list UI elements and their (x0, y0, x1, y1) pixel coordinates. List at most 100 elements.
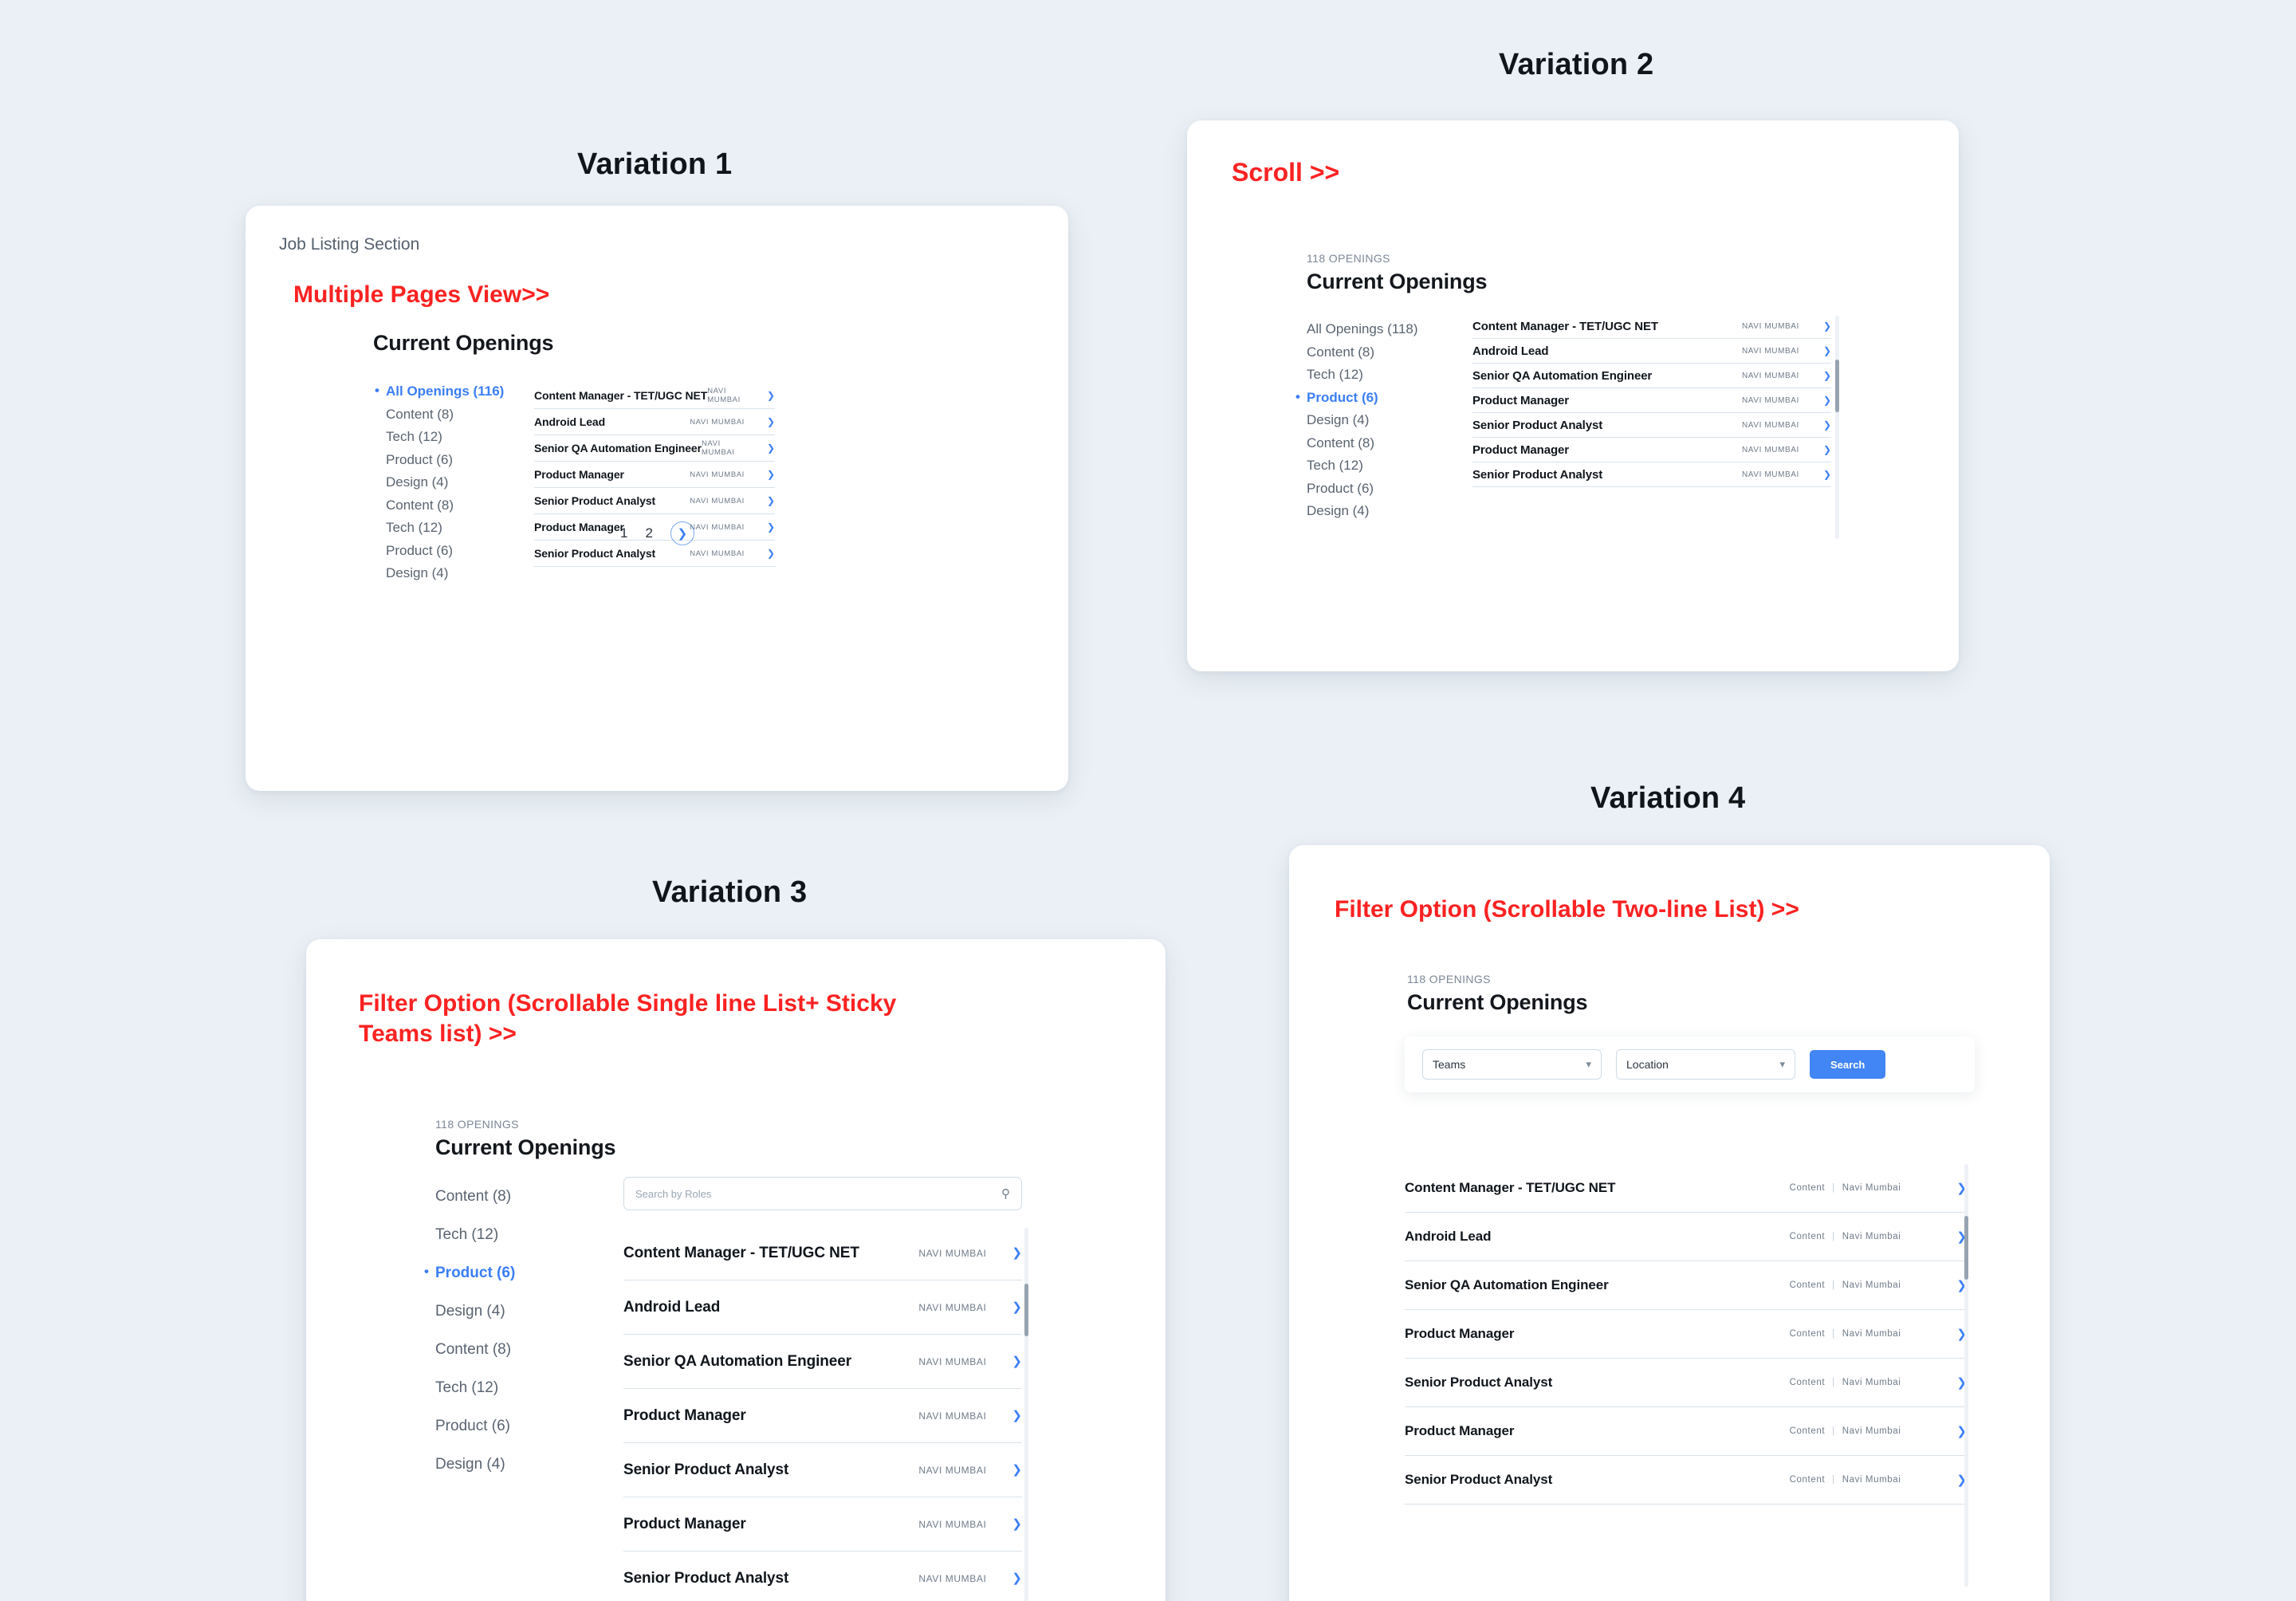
chevron-right-icon[interactable]: ❯ (1823, 395, 1831, 405)
chevron-right-icon[interactable]: ❯ (1823, 445, 1831, 454)
job-row[interactable]: Product ManagerNAVI MUMBAI❯ (1472, 388, 1831, 413)
job-row[interactable]: Product ManagerContent|Navi Mumbai❯ (1405, 1407, 1967, 1456)
job-location: NAVI MUMBAI (1742, 372, 1799, 380)
v3-search-box[interactable]: Search by Roles ⚲ (623, 1177, 1022, 1210)
filter-item[interactable]: Tech (12) (1307, 458, 1482, 474)
filter-item[interactable]: Product (6) (435, 1418, 611, 1435)
chevron-right-icon[interactable]: ❯ (767, 549, 775, 558)
filter-item[interactable]: Design (4) (386, 565, 561, 581)
chevron-right-icon[interactable]: ❯ (1823, 420, 1831, 430)
job-row[interactable]: Android LeadContent|Navi Mumbai❯ (1405, 1213, 1967, 1261)
job-location: Navi Mumbai (1842, 1329, 1901, 1339)
v4-scrollbar-thumb[interactable] (1964, 1216, 1968, 1280)
page-number-2[interactable]: 2 (645, 525, 652, 541)
filter-item[interactable]: Design (4) (435, 1456, 611, 1473)
chevron-right-icon[interactable]: ❯ (767, 443, 775, 453)
v2-scrollbar-track[interactable] (1835, 316, 1839, 539)
chevron-right-icon[interactable]: ❯ (767, 522, 775, 532)
v2-filter-list[interactable]: All Openings (118) Content (8) Tech (12) Pr… (1307, 321, 1482, 526)
job-row[interactable]: Senior QA Automation EngineerNAVI MUMBAI… (623, 1335, 1022, 1389)
chevron-right-icon[interactable]: ❯ (1012, 1301, 1022, 1313)
chevron-right-icon[interactable]: ❯ (1823, 346, 1831, 356)
filter-item[interactable]: Product (6) (435, 1265, 611, 1282)
job-row[interactable]: Content Manager - TET/UGC NETNAVI MUMBAI… (623, 1226, 1022, 1280)
variation-1-title: Variation 1 (577, 148, 732, 182)
job-row[interactable]: Android LeadNAVI MUMBAI❯ (623, 1280, 1022, 1335)
variation-4-annotation: Filter Option (Scrollable Two-line List)… (1335, 895, 1799, 925)
chevron-right-icon[interactable]: ❯ (1012, 1464, 1022, 1476)
v4-job-list[interactable]: Content Manager - TET/UGC NETContent|Nav… (1405, 1164, 1967, 1505)
chevron-right-icon[interactable]: ❯ (1012, 1355, 1022, 1367)
chevron-right-icon[interactable]: ❯ (1012, 1247, 1022, 1259)
job-location: NAVI MUMBAI (918, 1519, 986, 1530)
job-row[interactable]: Senior Product AnalystNAVI MUMBAI❯ (1472, 462, 1831, 487)
search-icon[interactable]: ⚲ (1001, 1186, 1010, 1201)
job-title: Senior Product Analyst (1405, 1472, 1552, 1488)
job-row[interactable]: Senior Product AnalystContent|Navi Mumba… (1405, 1359, 1967, 1407)
chevron-down-icon: ▾ (1779, 1058, 1785, 1071)
filter-item[interactable]: Tech (12) (435, 1379, 611, 1397)
job-listing-section-label: Job Listing Section (279, 235, 419, 254)
job-row[interactable]: Product ManagerNAVI MUMBAI❯ (534, 462, 775, 488)
job-row[interactable]: Android LeadNAVI MUMBAI❯ (534, 409, 775, 435)
job-title: Senior QA Automation Engineer (1472, 369, 1652, 383)
job-title: Senior Product Analyst (623, 1461, 788, 1479)
job-row[interactable]: Senior Product AnalystNAVI MUMBAI❯ (534, 488, 775, 514)
v3-scrollbar-thumb[interactable] (1024, 1284, 1028, 1336)
v1-pagination[interactable]: 1 2 ❯ (620, 521, 694, 545)
chevron-right-icon[interactable]: ❯ (1823, 371, 1831, 380)
job-meta: NAVI MUMBAI (1742, 470, 1799, 479)
job-row[interactable]: Content Manager - TET/UGC NETNAVI MUMBAI… (534, 383, 775, 409)
v3-filter-list[interactable]: Content (8) Tech (12) Product (6) Design (4… (435, 1188, 611, 1494)
filter-item[interactable]: Tech (12) (435, 1226, 611, 1244)
filter-item[interactable]: All Openings (118) (1307, 321, 1482, 337)
filter-item[interactable]: Design (4) (435, 1303, 611, 1320)
variation-2-annotation: Scroll >> (1232, 156, 1339, 189)
filter-item[interactable]: Product (6) (1307, 481, 1482, 497)
job-row[interactable]: Senior Product AnalystNAVI MUMBAI❯ (1472, 413, 1831, 438)
chevron-right-icon[interactable]: ❯ (1012, 1518, 1022, 1530)
job-row[interactable]: Senior QA Automation Engineer NAVI MUMBAI… (1472, 364, 1831, 388)
v2-job-list[interactable]: Content Manager - TET/UGC NETNAVI MUMBAI… (1472, 314, 1831, 487)
meta-divider: | (1832, 1183, 1835, 1193)
job-row[interactable]: Senior QA Automation EngineerNAVI MUMBAI… (534, 435, 775, 462)
job-row[interactable]: Android LeadNAVI MUMBAI❯ (1472, 339, 1831, 364)
filter-item[interactable]: Content (8) (435, 1188, 611, 1206)
v2-scrollbar-thumb[interactable] (1835, 360, 1839, 412)
job-meta: Content|Navi Mumbai (1790, 1426, 1901, 1436)
filter-item[interactable]: Design (4) (1307, 412, 1482, 428)
chevron-right-icon[interactable]: ❯ (1012, 1410, 1022, 1422)
search-input-placeholder[interactable]: Search by Roles (635, 1188, 711, 1200)
filter-item[interactable]: Content (8) (435, 1341, 611, 1359)
chevron-right-icon[interactable]: ❯ (1823, 470, 1831, 479)
chevron-right-icon[interactable]: ❯ (767, 496, 775, 505)
job-row[interactable]: Product ManagerContent|Navi Mumbai❯ (1405, 1310, 1967, 1359)
location-select[interactable]: Location ▾ (1616, 1049, 1795, 1080)
job-row[interactable]: Senior Product AnalystNAVI MUMBAI❯ (623, 1552, 1022, 1601)
job-row[interactable]: Product ManagerNAVI MUMBAI❯ (1472, 438, 1831, 462)
job-row[interactable]: Product ManagerNAVI MUMBAI❯ (623, 1497, 1022, 1552)
job-row[interactable]: Content Manager - TET/UGC NETNAVI MUMBAI… (1472, 314, 1831, 339)
v4-filter-bar[interactable]: Teams ▾ Location ▾ Search (1405, 1037, 1975, 1092)
search-button[interactable]: Search (1810, 1050, 1885, 1079)
filter-item[interactable]: Content (8) (1307, 344, 1482, 360)
job-row[interactable]: Senior QA Automation EngineerContent|Nav… (1405, 1261, 1967, 1310)
filter-item[interactable]: Product (6) (1307, 390, 1482, 406)
filter-item[interactable]: Tech (12) (1307, 367, 1482, 383)
job-row[interactable]: Content Manager - TET/UGC NETContent|Nav… (1405, 1164, 1967, 1213)
v3-job-list[interactable]: Content Manager - TET/UGC NETNAVI MUMBAI… (623, 1226, 1022, 1601)
chevron-right-icon[interactable]: ❯ (1012, 1572, 1022, 1584)
job-row[interactable]: Senior Product AnalystNAVI MUMBAI❯ (623, 1443, 1022, 1497)
chevron-right-icon[interactable]: ❯ (1823, 321, 1831, 331)
chevron-right-icon[interactable]: ❯ (767, 470, 775, 479)
filter-item[interactable]: Content (8) (1307, 435, 1482, 451)
filter-item[interactable]: Design (4) (1307, 503, 1482, 519)
page-number-1[interactable]: 1 (620, 525, 627, 541)
teams-select[interactable]: Teams ▾ (1422, 1049, 1602, 1080)
job-row[interactable]: Product ManagerNAVI MUMBAI❯ (623, 1389, 1022, 1443)
pagination-next-chevron-right-icon[interactable]: ❯ (670, 521, 694, 545)
job-location: NAVI MUMBAI (918, 1248, 986, 1259)
job-row[interactable]: Senior Product AnalystContent|Navi Mumba… (1405, 1456, 1967, 1505)
chevron-right-icon[interactable]: ❯ (767, 391, 775, 400)
chevron-right-icon[interactable]: ❯ (767, 417, 775, 427)
